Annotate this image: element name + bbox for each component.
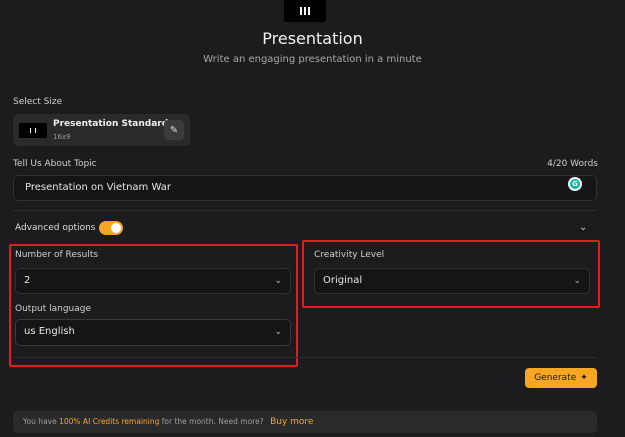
select-size-label: Select Size <box>13 97 63 107</box>
output-language-select[interactable]: us English ⌄ <box>15 319 291 346</box>
size-name: Presentation Standard <box>53 119 169 129</box>
buy-more-link[interactable]: Buy more <box>270 417 313 427</box>
chevron-down-icon: ⌄ <box>573 276 581 286</box>
output-language-value: us English <box>24 326 75 337</box>
topic-input[interactable]: Presentation on Vietnam War <box>13 175 597 201</box>
advanced-options-label: Advanced options <box>15 223 96 233</box>
creativity-level-value: Original <box>323 275 363 286</box>
credits-remaining: 100% AI Credits remaining <box>59 417 160 426</box>
generate-button[interactable]: Generate ✦ <box>525 368 597 388</box>
number-of-results-select[interactable]: 2 ⌄ <box>15 268 291 294</box>
number-of-results-label: Number of Results <box>15 250 99 260</box>
creativity-level-select[interactable]: Original ⌄ <box>314 268 590 294</box>
page-title: Presentation <box>262 29 363 48</box>
divider <box>13 210 597 211</box>
topic-label: Tell Us About Topic <box>13 159 97 169</box>
chevron-down-icon: ⌄ <box>274 276 282 286</box>
chevron-down-icon[interactable]: ⌄ <box>579 222 587 233</box>
advanced-options-toggle[interactable] <box>99 221 123 235</box>
grammar-check-icon[interactable]: G <box>568 177 582 191</box>
page-subtitle: Write an engaging presentation in a minu… <box>203 54 422 65</box>
credits-suffix: for the month. Need more? <box>159 417 264 426</box>
presentation-logo-icon <box>284 0 326 22</box>
size-card[interactable]: Presentation Standard 16x9 ✎ <box>13 114 190 146</box>
creativity-level-label: Creativity Level <box>314 250 385 260</box>
generate-label: Generate <box>534 373 577 383</box>
size-ratio: 16x9 <box>53 133 71 141</box>
pencil-icon: ✎ <box>169 124 179 136</box>
output-language-label: Output language <box>15 304 92 314</box>
number-of-results-value: 2 <box>24 275 31 286</box>
divider <box>13 357 597 358</box>
credits-prefix: You have <box>23 417 60 426</box>
word-count: 4/20 Words <box>547 159 598 169</box>
credits-banner: You have 100% AI Credits remaining for t… <box>13 411 597 433</box>
edit-size-button[interactable]: ✎ <box>164 120 184 140</box>
chevron-down-icon: ⌄ <box>274 327 282 337</box>
magic-wand-icon: ✦ <box>580 373 588 383</box>
size-thumbnail-icon <box>19 123 47 138</box>
